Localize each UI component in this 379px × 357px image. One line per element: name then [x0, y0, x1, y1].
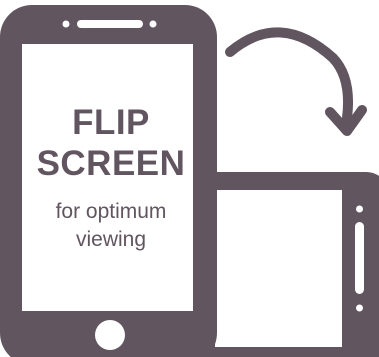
portrait-sensor-dot: [149, 20, 157, 28]
subtext-line-2: viewing: [75, 228, 147, 251]
headline-line-1: FLIP: [72, 103, 150, 142]
flip-screen-notice: FLIP SCREEN for optimum viewing: [0, 0, 379, 357]
portrait-sensor-dot: [62, 20, 70, 28]
portrait-speaker-slot: [77, 20, 143, 28]
landscape-sensor-dot: [356, 205, 363, 213]
rotate-arrow-icon: [225, 27, 367, 136]
subtext-line-1: for optimum: [55, 200, 167, 223]
landscape-sensor-dot: [356, 304, 363, 312]
portrait-home-button: [95, 320, 125, 350]
landscape-home-button: [355, 222, 364, 294]
landscape-phone-icon: [190, 172, 379, 357]
headline-line-2: SCREEN: [36, 144, 186, 183]
